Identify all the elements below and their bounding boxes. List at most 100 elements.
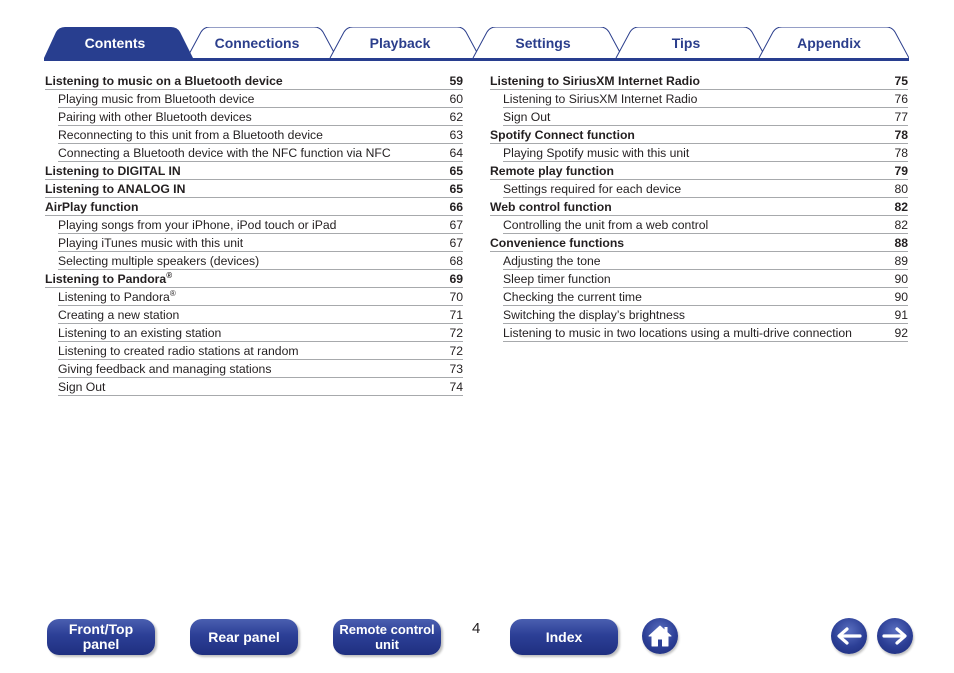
toc-entry-title: Listening to music on a Bluetooth device [45, 72, 283, 90]
toc-subsection-link[interactable]: Checking the current time 90 [503, 288, 908, 306]
toc-entry-title-text: Sign Out [58, 380, 106, 394]
toc-section-link[interactable]: Web control function 82 [490, 198, 908, 216]
tab-playback[interactable]: Playback [337, 27, 463, 58]
toc-section-link[interactable]: Remote play function 79 [490, 162, 908, 180]
tab-settings[interactable]: Settings [480, 27, 606, 58]
arrow-left-icon [837, 627, 862, 645]
toc-entry-title-text: Checking the current time [503, 290, 642, 304]
toc-subsection-link[interactable]: Creating a new station 71 [58, 306, 463, 324]
toc-entry-title-text: Playing Spotify music with this unit [503, 146, 690, 160]
toc-entry-page: 72 [449, 344, 463, 358]
toc-entry-page: 74 [449, 380, 463, 394]
home-button[interactable] [642, 618, 678, 654]
toc-entry-title: Sign Out [58, 378, 105, 396]
toc-entry-title-text: Adjusting the tone [503, 254, 601, 268]
toc-entry-title-text: AirPlay function [45, 200, 139, 214]
toc-entry-page: 60 [449, 92, 463, 106]
toc-entry-page: 77 [894, 110, 908, 124]
toc-entry-page: 67 [449, 236, 463, 250]
remote-control-label-line2: unit [375, 637, 399, 652]
toc-subsection-link[interactable]: Listening to SiriusXM Internet Radio 76 [503, 90, 908, 108]
toc-subsection-link[interactable]: Settings required for each device 80 [503, 180, 908, 198]
tab-appendix[interactable]: Appendix [766, 27, 892, 58]
toc-subsection-link[interactable]: Listening to created radio stations at r… [58, 342, 463, 360]
toc-section-link[interactable]: Convenience functions 88 [490, 234, 908, 252]
front-top-panel-button[interactable]: Front/Top panel [47, 619, 155, 655]
toc-subsection-link[interactable]: Playing Spotify music with this unit 78 [503, 144, 908, 162]
toc-subsection-link[interactable]: Connecting a Bluetooth device with the N… [58, 144, 463, 162]
toc-entry-title: Convenience functions [490, 234, 624, 252]
toc-entry-title-text: Listening to Pandora [58, 290, 170, 304]
toc-subsection-link[interactable]: Reconnecting to this unit from a Bluetoo… [58, 126, 463, 144]
toc-subsection-link[interactable]: Giving feedback and managing stations 73 [58, 360, 463, 378]
toc-section-link[interactable]: Listening to DIGITAL IN 65 [45, 162, 463, 180]
toc-subsection-link[interactable]: Pairing with other Bluetooth devices 62 [58, 108, 463, 126]
toc-section-link[interactable]: Spotify Connect function 78 [490, 126, 908, 144]
toc-subsection-link[interactable]: Switching the display’s brightness 91 [503, 306, 908, 324]
rear-panel-button[interactable]: Rear panel [190, 619, 298, 655]
toc-entry-title: AirPlay function [45, 198, 138, 216]
index-button[interactable]: Index [510, 619, 618, 655]
toc-subsection-link[interactable]: Listening to Pandora® 70 [58, 288, 463, 306]
toc-entry-title: Selecting multiple speakers (devices) [58, 252, 259, 270]
tab-connections[interactable]: Connections [194, 27, 320, 58]
toc-entry-page: 63 [449, 128, 463, 142]
toc-entry-page: 72 [449, 326, 463, 340]
toc-section-link[interactable]: Listening to ANALOG IN 65 [45, 180, 463, 198]
toc-subsection-link[interactable]: Playing music from Bluetooth device 60 [58, 90, 463, 108]
toc-entry-title: Creating a new station [58, 306, 179, 324]
page-number: 4 [472, 620, 481, 637]
toc-section-link[interactable]: Listening to SiriusXM Internet Radio 75 [490, 72, 908, 90]
toc-section-link[interactable]: AirPlay function 66 [45, 198, 463, 216]
toc-entry-page: 90 [894, 272, 908, 286]
toc-entry-title-text: Creating a new station [58, 308, 180, 322]
toc-subsection-link[interactable]: Selecting multiple speakers (devices) 68 [58, 252, 463, 270]
toc-entry-title: Remote play function [490, 162, 614, 180]
toc-entry-title: Reconnecting to this unit from a Bluetoo… [58, 126, 323, 144]
toc-subsection-link[interactable]: Adjusting the tone 89 [503, 252, 908, 270]
toc-entry-title-text: Sleep timer function [503, 272, 611, 286]
toc-entry-page: 71 [449, 308, 463, 322]
toc-entry-page: 79 [894, 164, 908, 178]
toc-section-link[interactable]: Listening to music on a Bluetooth device… [45, 72, 463, 90]
toc-subsection-link[interactable]: Controlling the unit from a web control 8… [503, 216, 908, 234]
toc-entry-page: 92 [894, 326, 908, 340]
front-top-panel-label-line2: panel [82, 636, 120, 652]
toc-entry-title-text: Pairing with other Bluetooth devices [58, 110, 252, 124]
toc-subsection-link[interactable]: Playing songs from your iPhone, iPod tou… [58, 216, 463, 234]
toc-entry-title: Giving feedback and managing stations [58, 360, 271, 378]
toc-entry-title-text: Playing music from Bluetooth device [58, 92, 255, 106]
toc-entry-title: Sign Out [503, 108, 550, 126]
toc-entry-title: Sleep timer function [503, 270, 611, 288]
toc-entry-page: 82 [894, 218, 908, 232]
toc-entry-title: Web control function [490, 198, 612, 216]
toc-subsection-link[interactable]: Sign Out 74 [58, 378, 463, 396]
index-label: Index [545, 628, 583, 645]
previous-page-button[interactable] [831, 618, 867, 654]
toc-entry-page: 65 [449, 164, 463, 178]
toc-entry-title-text: Sign Out [503, 110, 551, 124]
toc-entry-title-text: Listening to ANALOG IN [45, 182, 186, 196]
toc-entry-title: Listening to an existing station [58, 324, 221, 342]
toc-subsection-link[interactable]: Sign Out 77 [503, 108, 908, 126]
toc-entry-title-text: Listening to music on a Bluetooth device [45, 74, 283, 88]
toc-entry-title: Switching the display’s brightness [503, 306, 685, 324]
toc-entry-title-text: Connecting a Bluetooth device with the N… [58, 146, 391, 160]
next-page-button[interactable] [877, 618, 913, 654]
toc-section-link[interactable]: Listening to Pandora® 69 [45, 270, 463, 288]
toc-entry-title-text: Reconnecting to this unit from a Bluetoo… [58, 128, 323, 142]
toc-subsection-link[interactable]: Listening to music in two locations usin… [503, 324, 908, 342]
toc-entry-title: Playing iTunes music with this unit [58, 234, 243, 252]
toc-entry-title-text: Convenience functions [490, 236, 625, 250]
tab-tips[interactable]: Tips [623, 27, 749, 58]
toc-subsection-link[interactable]: Listening to an existing station 72 [58, 324, 463, 342]
toc-entry-title: Connecting a Bluetooth device with the N… [58, 144, 391, 162]
remote-control-unit-button[interactable]: Remote control unit [333, 619, 441, 655]
toc-subsection-link[interactable]: Playing iTunes music with this unit 67 [58, 234, 463, 252]
tab-contents[interactable]: Contents [54, 27, 176, 58]
tab-bar: Contents Connections Playback Settings T… [44, 27, 909, 62]
toc-subsection-link[interactable]: Sleep timer function 90 [503, 270, 908, 288]
arrow-right-icon [882, 627, 907, 645]
toc-entry-title-text: Playing songs from your iPhone, iPod tou… [58, 218, 337, 232]
toc-entry-page: 78 [894, 128, 908, 142]
